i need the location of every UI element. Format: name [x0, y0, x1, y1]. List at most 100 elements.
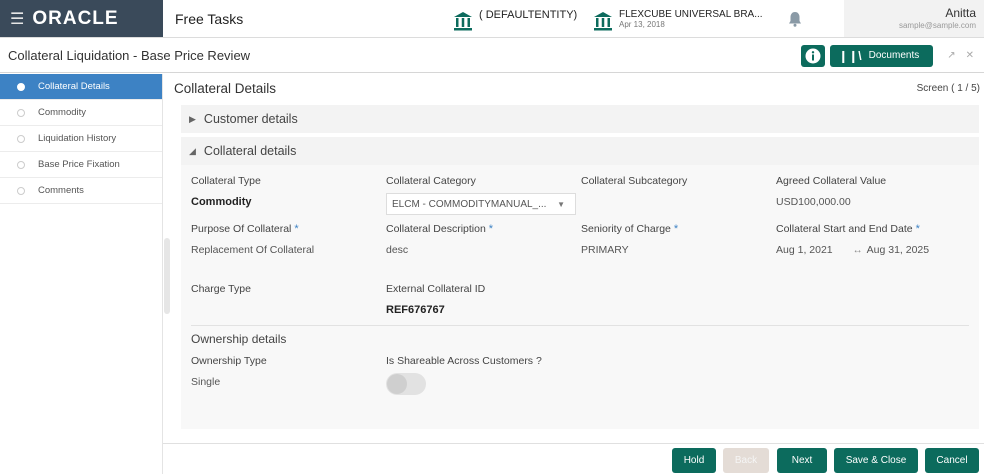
field-value: REF676767: [386, 304, 445, 316]
field-value: Replacement Of Collateral: [191, 244, 315, 256]
ownership-details-title: Ownership details: [191, 332, 287, 346]
expand-right-icon: ▶: [189, 113, 196, 124]
section-divider: [191, 325, 969, 326]
info-icon: [805, 48, 821, 63]
sidebar-item-collateral-details[interactable]: Collateral Details: [0, 74, 162, 100]
field-value: PRIMARY: [581, 244, 629, 256]
back-button[interactable]: Back: [723, 448, 769, 473]
hold-button[interactable]: Hold: [672, 448, 716, 473]
field-label: Collateral Category: [386, 175, 476, 187]
chevron-down-icon: ▼: [557, 199, 565, 209]
free-tasks-menu[interactable]: Free Tasks: [163, 0, 453, 37]
save-close-button[interactable]: Save & Close: [834, 448, 918, 473]
customer-details-toggle[interactable]: ▶ Customer details: [181, 105, 979, 133]
field-label: Collateral Type: [191, 175, 261, 187]
oracle-logo: ORACLE: [32, 7, 119, 29]
bank-icon: [454, 12, 472, 31]
next-button[interactable]: Next: [777, 448, 827, 473]
external-collateral-id-field: External Collateral ID REF676767: [386, 283, 485, 316]
sidebar-item-label: Collateral Details: [38, 81, 110, 92]
collapse-down-icon: ◢: [189, 145, 196, 156]
page-title: Collateral Liquidation - Base Price Revi…: [8, 48, 251, 63]
branch-date: Apr 13, 2018: [619, 20, 665, 29]
date-range: Aug 1, 2021 ↔ Aug 31, 2025: [776, 244, 929, 256]
branch-selector[interactable]: FLEXCUBE UNIVERSAL BRA... Apr 13, 2018: [593, 0, 788, 37]
cancel-button[interactable]: Cancel: [925, 448, 979, 473]
field-label: External Collateral ID: [386, 283, 486, 295]
bell-icon: [789, 11, 801, 27]
documents-label: Documents: [868, 50, 920, 61]
collateral-description-field: Collateral Description * desc: [386, 223, 493, 256]
sidebar-item-label: Liquidation History: [38, 133, 117, 144]
main-content: Collateral Details Screen ( 1 / 5) ▶ Cus…: [170, 74, 984, 439]
toggle-knob: [387, 374, 407, 394]
library-icon: ❙❙\: [838, 48, 862, 63]
collateral-details-body: Collateral Type Commodity Collateral Cat…: [181, 165, 979, 429]
sidebar: Collateral Details Commodity Liquidation…: [0, 74, 163, 474]
purpose-of-collateral-field: Purpose Of Collateral * Replacement Of Co…: [191, 223, 314, 256]
field-label: Purpose Of Collateral *: [191, 223, 299, 235]
hamburger-menu-icon[interactable]: ☰: [10, 9, 24, 29]
user-name: Anitta: [945, 6, 976, 20]
field-label: Seniority of Charge *: [581, 223, 679, 235]
required-asterisk-icon: *: [915, 223, 920, 235]
field-value: USD100,000.00: [776, 196, 851, 208]
field-label: Agreed Collateral Value: [776, 175, 887, 187]
required-asterisk-icon: *: [488, 223, 494, 235]
step-dot-icon: [17, 186, 25, 195]
documents-button[interactable]: ❙❙\ Documents: [830, 44, 934, 67]
user-email: sample@sample.com: [898, 21, 976, 30]
customer-details-panel: ▶ Customer details: [181, 105, 979, 133]
collateral-details-toggle[interactable]: ◢ Collateral details: [181, 137, 979, 165]
sidebar-item-label: Commodity: [38, 107, 87, 118]
title-bar: Collateral Liquidation - Base Price Revi…: [0, 39, 984, 73]
branch-name: FLEXCUBE UNIVERSAL BRA...: [619, 9, 763, 20]
step-dot-icon: [17, 108, 25, 117]
step-dot-icon: [17, 82, 25, 91]
notifications[interactable]: [788, 0, 844, 37]
bank-icon: [594, 12, 612, 31]
collateral-category-field: Collateral Category ELCM - COMMODITYMANU…: [386, 175, 576, 215]
field-value: desc: [386, 244, 409, 256]
end-date: Aug 31, 2025: [866, 244, 930, 256]
field-label: Collateral Description *: [386, 223, 494, 235]
sidebar-item-comments[interactable]: Comments: [0, 178, 162, 204]
start-date: Aug 1, 2021: [776, 244, 833, 256]
field-label: Is Shareable Across Customers ?: [386, 355, 542, 367]
shareable-toggle[interactable]: [386, 373, 426, 395]
entity-name: ( DEFAULTENTITY): [479, 9, 578, 21]
sidebar-item-base-price-fixation[interactable]: Base Price Fixation: [0, 152, 162, 178]
field-label: Ownership Type: [191, 355, 267, 367]
entity-selector[interactable]: ( DEFAULTENTITY): [453, 0, 593, 37]
sidebar-item-liquidation-history[interactable]: Liquidation History: [0, 126, 162, 152]
sidebar-item-label: Comments: [38, 185, 84, 196]
section-header: Collateral Details Screen ( 1 / 5): [170, 74, 984, 102]
select-value: ELCM - COMMODITYMANUAL_...: [392, 198, 547, 210]
charge-type-field: Charge Type: [191, 283, 251, 295]
agreed-collateral-value-field: Agreed Collateral Value USD100,000.00: [776, 175, 886, 208]
shareable-field: Is Shareable Across Customers ?: [386, 355, 542, 395]
brand-area: ☰ ORACLE: [0, 0, 163, 37]
field-label: Collateral Start and End Date *: [776, 223, 920, 235]
sidebar-item-commodity[interactable]: Commodity: [0, 100, 162, 126]
required-asterisk-icon: *: [673, 223, 679, 235]
ownership-type-field: Ownership Type Single: [191, 355, 267, 388]
collateral-subcategory-field: Collateral Subcategory: [581, 175, 687, 187]
section-title: Collateral Details: [174, 80, 277, 96]
field-value: Commodity: [191, 196, 252, 208]
collateral-type-field: Collateral Type Commodity: [191, 175, 261, 208]
required-asterisk-icon: *: [294, 223, 299, 235]
field-value: Single: [191, 376, 221, 388]
date-range-arrow-icon: ↔: [852, 244, 863, 256]
close-icon[interactable]: ✕: [966, 50, 974, 61]
collateral-category-select[interactable]: ELCM - COMMODITYMANUAL_... ▼: [386, 193, 576, 215]
step-dot-icon: [17, 160, 25, 169]
collateral-date-range-field: Collateral Start and End Date * Aug 1, 20…: [776, 223, 929, 256]
user-menu[interactable]: Anitta sample@sample.com: [844, 0, 984, 37]
field-label: Collateral Subcategory: [581, 175, 688, 187]
screen-counter: Screen ( 1 / 5): [916, 82, 980, 94]
info-button[interactable]: [801, 44, 826, 67]
top-bar: ☰ ORACLE Free Tasks ( DEFAULTENTITY) FLE…: [0, 0, 984, 38]
minimize-icon[interactable]: ↗: [947, 50, 955, 61]
sidebar-item-label: Base Price Fixation: [38, 159, 120, 170]
